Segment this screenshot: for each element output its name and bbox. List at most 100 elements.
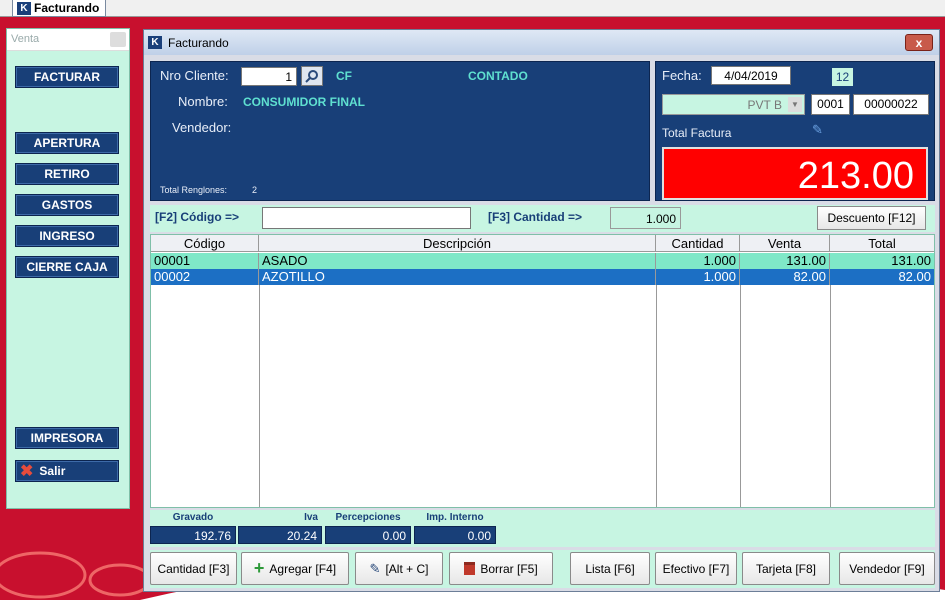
cell-total: 131.00 [891, 253, 931, 268]
percepciones-label: Percepciones [335, 512, 401, 523]
alt-c-button[interactable]: ✎ [Alt + C] [355, 552, 443, 585]
cell-venta: 131.00 [740, 253, 830, 269]
salir-button[interactable]: ✖ Salir [15, 460, 119, 482]
facturar-button[interactable]: FACTURAR [15, 66, 119, 88]
nombre-label: Nombre: [178, 94, 228, 109]
efectivo-button-label: Efectivo [F7] [662, 561, 730, 576]
taskbar-tab-label: Facturando [34, 1, 100, 15]
window-close-button[interactable]: x [905, 34, 933, 51]
fecha-input[interactable]: 4/04/2019 [711, 66, 791, 85]
codigo-input[interactable] [262, 207, 471, 229]
cell-total: 82.00 [898, 269, 931, 284]
nro-cliente-label: Nro Cliente: [160, 68, 229, 83]
fecha-label: Fecha: [662, 68, 702, 83]
totals-bar: Gravado 192.76 Iva 20.24 Percepciones 0.… [150, 510, 935, 547]
facturando-window: K Facturando x Nro Cliente: 1 CF CONTADO… [143, 29, 940, 592]
pvt-select[interactable]: PVT B ▼ [662, 94, 805, 115]
taskbar-tab-facturando[interactable]: K Facturando [12, 0, 107, 17]
iva-label: Iva [304, 512, 318, 523]
retiro-button[interactable]: RETIRO [15, 163, 119, 185]
header-descripcion[interactable]: Descripción [259, 235, 656, 252]
cell-codigo: 00002 [151, 269, 259, 285]
imp-interno-value: 0.00 [414, 526, 496, 544]
invoice-panel: Fecha: 4/04/2019 12 PVT B ▼ 0001 0000002… [655, 61, 935, 201]
badge-count: 12 [832, 68, 853, 86]
codigo-label: [F2] Código => [155, 210, 239, 224]
venta-close-icon[interactable] [110, 32, 126, 47]
window-title: Facturando [168, 35, 229, 50]
client-panel: Nro Cliente: 1 CF CONTADO Nombre: CONSUM… [150, 61, 650, 201]
header-cantidad[interactable]: Cantidad [656, 235, 740, 252]
gastos-button[interactable]: GASTOS [15, 194, 119, 216]
close-x-icon: ✖ [20, 463, 34, 480]
grid-divider [740, 285, 741, 507]
items-grid: Código Descripción Cantidad Venta Total … [150, 234, 935, 508]
app-logo-icon: K [148, 36, 162, 49]
total-factura-label: Total Factura [662, 126, 732, 140]
cell-cantidad: 1.000 [656, 253, 740, 269]
action-bar: Cantidad [F3] + Agregar [F4] ✎ [Alt + C]… [150, 550, 935, 588]
chevron-down-icon: ▼ [788, 97, 802, 112]
gravado-value: 192.76 [150, 526, 236, 544]
code-entry-bar: [F2] Código => [F3] Cantidad => 1.000 De… [150, 205, 935, 232]
taskbar: K Facturando [0, 0, 945, 17]
efectivo-button[interactable]: Efectivo [F7] [655, 552, 737, 585]
grid-divider [259, 285, 260, 507]
total-renglones-value: 2 [252, 185, 258, 195]
cell-descripcion: AZOTILLO [259, 269, 656, 285]
salir-label: Salir [39, 464, 66, 478]
cell-codigo: 00001 [151, 253, 259, 269]
payment-condition: CONTADO [468, 69, 528, 83]
cierre-caja-button[interactable]: CIERRE CAJA [15, 256, 119, 278]
cantidad-button[interactable]: Cantidad [F3] [150, 552, 237, 585]
vendedor-button-label: Vendedor [F9] [849, 561, 925, 576]
grid-divider [830, 285, 831, 507]
cell-cantidad: 1.000 [656, 269, 740, 285]
plus-icon: + [253, 558, 265, 578]
lista-button[interactable]: Lista [F6] [570, 552, 650, 585]
vendedor-button[interactable]: Vendedor [F9] [839, 552, 935, 585]
punto-venta-input[interactable]: 0001 [811, 94, 850, 115]
agregar-button-label: Agregar [F4] [269, 561, 337, 576]
search-icon[interactable] [301, 66, 323, 86]
header-venta[interactable]: Venta [740, 235, 830, 252]
borrar-button-label: Borrar [F5] [480, 561, 538, 576]
window-titlebar: K Facturando x [144, 30, 939, 55]
tarjeta-button[interactable]: Tarjeta [F8] [742, 552, 830, 585]
header-total[interactable]: Total [830, 235, 934, 252]
total-renglones-label: Total Renglones: [160, 185, 228, 195]
header-codigo[interactable]: Código [151, 235, 259, 252]
trash-icon [464, 562, 476, 575]
table-row[interactable]: 00001 ASADO 1.000 131.00 131.00 [151, 253, 934, 269]
iva-value: 20.24 [238, 526, 322, 544]
gravado-label: Gravado [172, 512, 214, 523]
descuento-button[interactable]: Descuento [F12] [817, 206, 926, 230]
tarjeta-button-label: Tarjeta [F8] [755, 561, 817, 576]
pencil-icon: ✎ [369, 560, 381, 576]
venta-panel-titlebar: Venta [7, 29, 129, 51]
table-row[interactable]: 00002 AZOTILLO 1.000 82.00 82.00 [151, 269, 934, 285]
edit-pencil-icon[interactable]: ✎ [812, 122, 823, 138]
imp-interno-label: Imp. Interno [426, 512, 484, 523]
app-logo-icon: K [17, 1, 31, 15]
apertura-button[interactable]: APERTURA [15, 132, 119, 154]
ingreso-button[interactable]: INGRESO [15, 225, 119, 247]
impresora-button[interactable]: IMPRESORA [15, 427, 119, 449]
client-code: CF [336, 69, 352, 83]
alt-c-button-label: [Alt + C] [385, 561, 429, 576]
numero-factura-input[interactable]: 00000022 [853, 94, 929, 115]
venta-panel-title: Venta [11, 33, 40, 45]
cell-venta: 82.00 [740, 269, 830, 285]
total-factura-value: 213.00 [662, 147, 928, 200]
vendedor-label: Vendedor: [172, 120, 232, 135]
nro-cliente-input[interactable]: 1 [241, 67, 297, 86]
cantidad-label: [F3] Cantidad => [488, 210, 583, 224]
cell-descripcion: ASADO [259, 253, 656, 269]
agregar-button[interactable]: + Agregar [F4] [241, 552, 349, 585]
percepciones-value: 0.00 [325, 526, 411, 544]
borrar-button[interactable]: Borrar [F5] [449, 552, 553, 585]
client-name: CONSUMIDOR FINAL [243, 95, 365, 109]
cantidad-button-label: Cantidad [F3] [157, 561, 230, 576]
cantidad-input[interactable]: 1.000 [610, 207, 681, 229]
grid-divider [656, 285, 657, 507]
